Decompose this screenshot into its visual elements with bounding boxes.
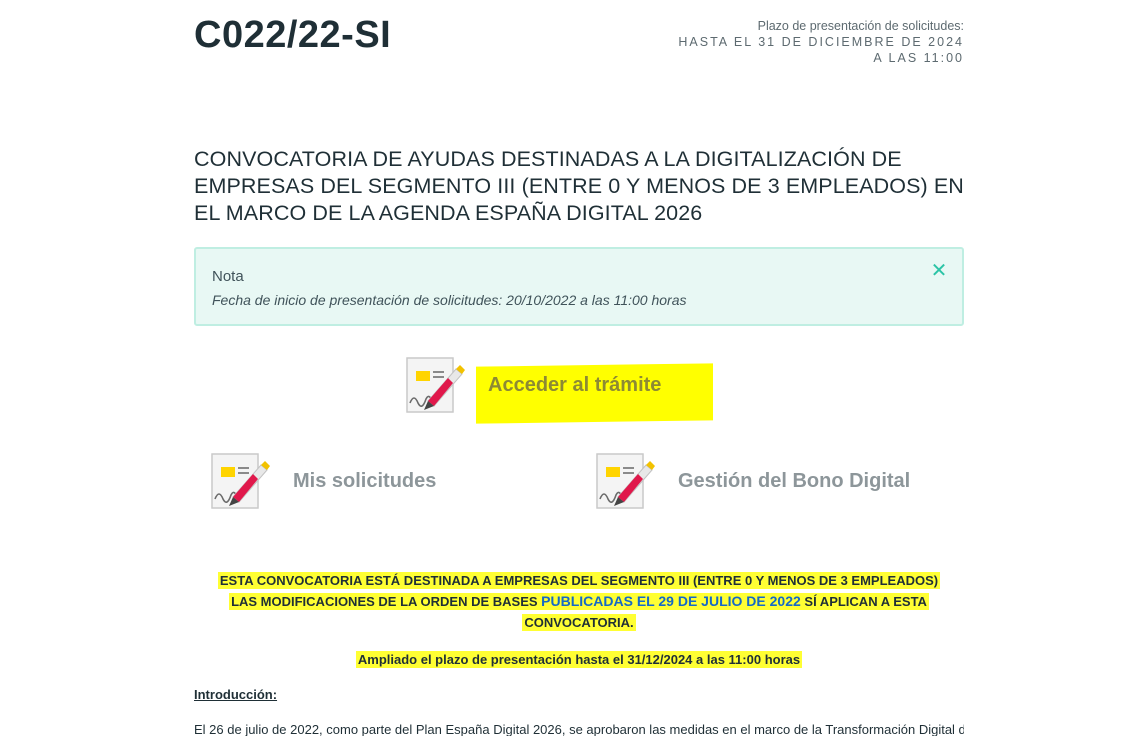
procedure-code: C022/22-SI [194,14,392,56]
modifications-suffix: SÍ APLICAN A ESTA [800,594,927,609]
digital-voucher-button[interactable]: Gestión del Bono Digital [594,451,910,511]
modifications-prefix: LAS MODIFICACIONES DE LA ORDEN DE BASES [231,594,542,609]
deadline-info: Plazo de presentación de solicitudes: HA… [678,18,964,66]
document-sign-icon [406,357,465,413]
intro-heading: Introducción: [194,687,278,702]
segment-notice-line1: ESTA CONVOCATORIA ESTÁ DESTINADA A EMPRE… [217,572,941,589]
page-title: CONVOCATORIA DE AYUDAS DESTINADAS A LA D… [194,147,964,225]
deadline-time: A LAS 11:00 [873,51,964,65]
my-requests-button[interactable]: Mis solicitudes [209,451,436,511]
note-text: Fecha de inicio de presentación de solic… [212,292,687,308]
extension-text: Ampliado el plazo de presentación hasta … [355,651,803,668]
access-procedure-button[interactable]: Acceder al trámite [404,355,713,424]
deadline-date: HASTA EL 31 DE DICIEMBRE DE 2024 [678,35,964,49]
modifications-notice: LAS MODIFICACIONES DE LA ORDEN DE BASES … [229,593,929,610]
intro-text: El 26 de julio de 2022, como parte del P… [194,722,964,736]
document-sign-icon [211,453,270,509]
note-heading: Nota [212,268,244,285]
deadline-label: Plazo de presentación de solicitudes: [757,19,964,33]
page-content: C022/22-SI Plazo de presentación de soli… [194,0,964,736]
digital-voucher-label[interactable]: Gestión del Bono Digital [678,470,910,493]
published-link[interactable]: PUBLICADAS EL 29 DE JULIO DE 2022 [541,593,801,609]
document-sign-icon [596,453,655,509]
my-requests-label[interactable]: Mis solicitudes [293,470,436,493]
segment-notice: ESTA CONVOCATORIA ESTÁ DESTINADA A EMPRE… [194,570,964,633]
extension-notice: Ampliado el plazo de presentación hasta … [194,649,964,670]
note-box: Nota Fecha de inicio de presentación de … [194,247,964,326]
access-procedure-label[interactable]: Acceder al trámite [488,374,661,397]
modifications-notice-end: CONVOCATORIA. [522,614,636,631]
close-icon[interactable]: ✕ [930,261,948,281]
